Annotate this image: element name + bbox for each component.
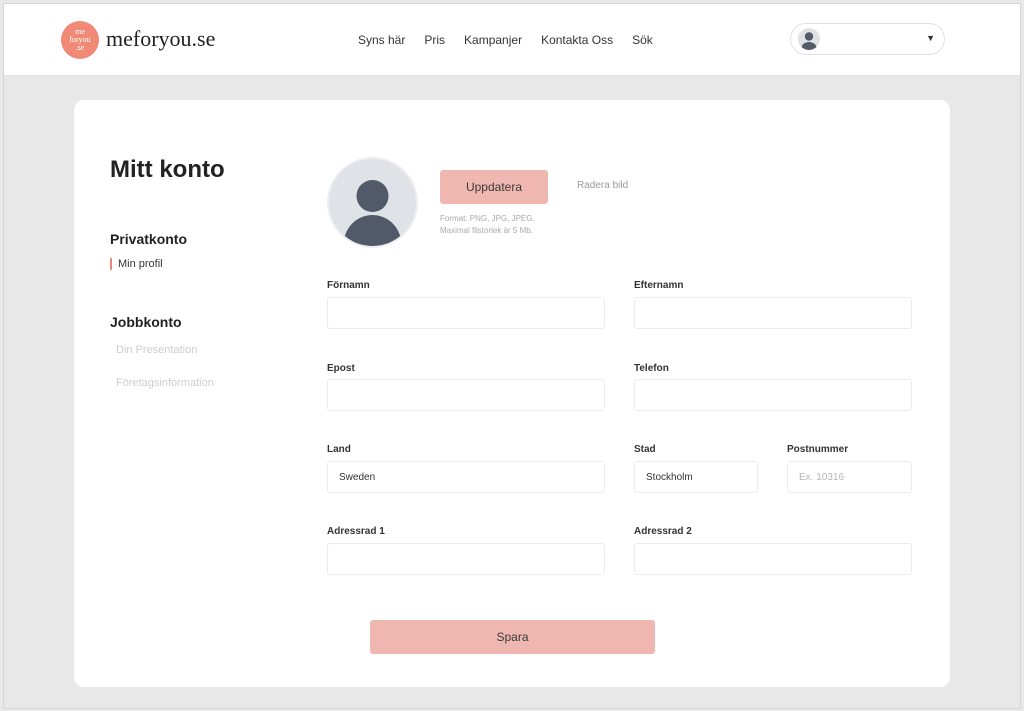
address-line-2-label: Adressrad 2 [634, 526, 692, 537]
sidebar-item-din-presentation[interactable]: Din Presentation [116, 344, 197, 356]
address-line-1-label: Adressrad 1 [327, 526, 385, 537]
sidebar-heading-privatkonto: Privatkonto [110, 231, 188, 247]
update-photo-button[interactable]: Uppdatera [440, 170, 548, 204]
nav-pris[interactable]: Pris [424, 33, 445, 47]
user-avatar-icon [798, 28, 820, 50]
logo-mark[interactable]: me foryou .se [61, 21, 99, 59]
logo-text[interactable]: meforyou.se [106, 26, 215, 52]
first-name-label: Förnamn [327, 280, 370, 291]
sidebar-item-foretagsinformation[interactable]: Företagsinformation [116, 377, 214, 389]
sidebar-item-min-profil[interactable]: Min profil [110, 258, 163, 270]
address-line-1-input[interactable] [327, 543, 605, 575]
nav-kampanjer[interactable]: Kampanjer [464, 33, 522, 47]
profile-avatar [327, 157, 418, 248]
chevron-down-icon: ▼ [926, 33, 935, 43]
photo-hint-size: Maximal filstorlek är 5 Mb. [440, 226, 533, 235]
address-line-2-input[interactable] [634, 543, 912, 575]
delete-photo-button[interactable]: Radera bild [577, 180, 628, 191]
country-input[interactable] [327, 461, 605, 493]
email-input[interactable] [327, 379, 605, 411]
city-input[interactable] [634, 461, 758, 493]
sidebar-heading-jobbkonto: Jobbkonto [110, 314, 182, 330]
postal-code-label: Postnummer [787, 444, 849, 455]
phone-label: Telefon [634, 363, 669, 374]
top-header: me foryou .se meforyou.se Syns här Pris … [4, 4, 1020, 76]
account-card: Mitt konto Privatkonto Min profil Jobbko… [74, 100, 950, 687]
photo-hint-format: Format: PNG, JPG, JPEG. [440, 214, 535, 223]
photo-hint: Format: PNG, JPG, JPEG. Maximal filstorl… [440, 213, 535, 237]
city-label: Stad [634, 444, 656, 455]
last-name-label: Efternamn [634, 280, 684, 291]
postal-code-input[interactable] [787, 461, 912, 493]
save-button[interactable]: Spara [370, 620, 655, 654]
last-name-input[interactable] [634, 297, 912, 329]
user-menu-dropdown[interactable]: ▼ [790, 23, 945, 55]
person-icon [343, 180, 402, 246]
country-label: Land [327, 444, 351, 455]
page-title: Mitt konto [110, 156, 225, 183]
nav-kontakta-oss[interactable]: Kontakta Oss [541, 33, 613, 47]
browser-frame: me foryou .se meforyou.se Syns här Pris … [3, 3, 1021, 709]
phone-input[interactable] [634, 379, 912, 411]
nav-syns-har[interactable]: Syns här [358, 33, 405, 47]
logo-mark-line: .se [75, 43, 85, 52]
email-label: Epost [327, 363, 355, 374]
nav-sok[interactable]: Sök [632, 33, 653, 47]
main-nav: Syns här Pris Kampanjer Kontakta Oss Sök [358, 33, 653, 47]
first-name-input[interactable] [327, 297, 605, 329]
